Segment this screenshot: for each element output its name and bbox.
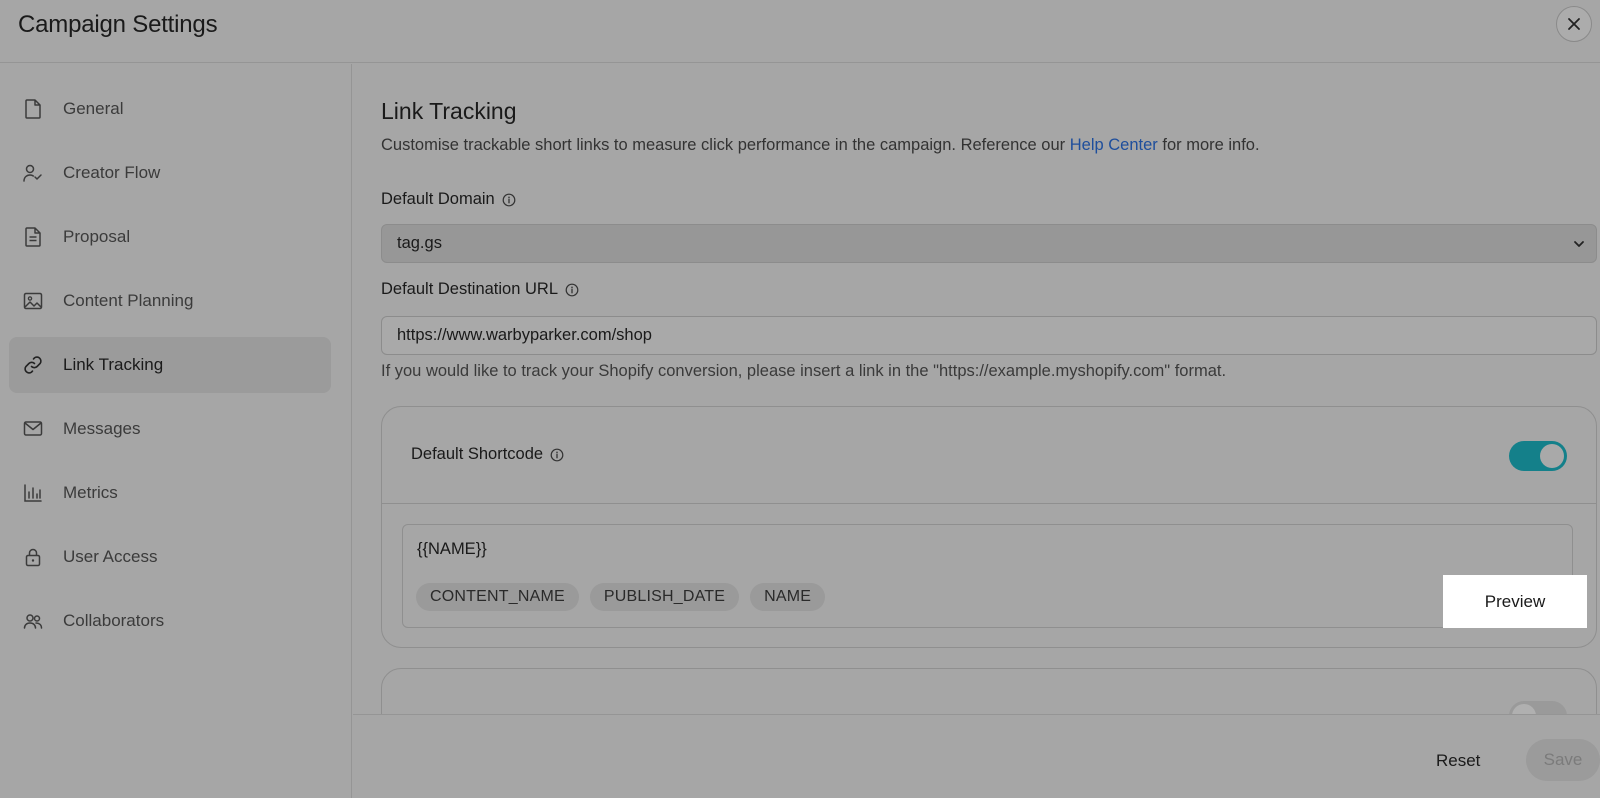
sidebar-item-label: Messages xyxy=(63,419,141,438)
mail-icon xyxy=(23,419,43,439)
sidebar-item-label: Metrics xyxy=(63,483,118,502)
close-button[interactable] xyxy=(1556,6,1592,42)
section-title: Link Tracking xyxy=(381,98,517,124)
sidebar-item-collaborators[interactable]: Collaborators xyxy=(9,593,331,649)
modal-header: Campaign Settings xyxy=(0,0,1600,63)
utm-card xyxy=(381,668,1597,714)
sidebar-item-label: Creator Flow xyxy=(63,163,161,182)
default-domain-select[interactable]: tag.gs xyxy=(381,224,1597,263)
utm-toggle[interactable] xyxy=(1509,701,1567,714)
bar-chart-icon xyxy=(23,483,43,503)
reset-button[interactable]: Reset xyxy=(1436,751,1480,771)
close-icon xyxy=(1568,18,1580,30)
sidebar-item-proposal[interactable]: Proposal xyxy=(9,209,331,265)
user-check-icon xyxy=(23,163,43,183)
sidebar-item-label: User Access xyxy=(63,547,158,566)
chip-content-name[interactable]: CONTENT_NAME xyxy=(416,583,579,611)
toggle-knob xyxy=(1512,704,1536,714)
default-destination-url-input[interactable]: https://www.warbyparker.com/shop xyxy=(381,316,1597,355)
shortcode-editor[interactable]: {{NAME}} CONTENT_NAME PUBLISH_DATE NAME xyxy=(402,524,1573,628)
sidebar-item-label: Link Tracking xyxy=(63,355,164,374)
sidebar-item-metrics[interactable]: Metrics xyxy=(9,465,331,521)
shortcode-value: {{NAME}} xyxy=(417,540,487,558)
modal-footer: Reset Save xyxy=(353,714,1600,798)
sidebar-item-label: General xyxy=(63,99,124,118)
image-icon xyxy=(23,291,43,311)
default-shortcode-card: Default Shortcode {{NAME}} CONTENT_NAME … xyxy=(381,406,1597,648)
save-button[interactable]: Save xyxy=(1526,739,1600,781)
file-text-icon xyxy=(23,227,43,247)
users-icon xyxy=(23,611,43,631)
sidebar: General Creator Flow Proposal Content Pl… xyxy=(0,64,352,798)
info-icon[interactable] xyxy=(550,448,564,462)
chip-publish-date[interactable]: PUBLISH_DATE xyxy=(589,583,740,611)
shortcode-card-header: Default Shortcode xyxy=(382,407,1596,504)
default-destination-url-label: Default Destination URL xyxy=(381,280,579,299)
sidebar-item-user-access[interactable]: User Access xyxy=(9,529,331,585)
document-icon xyxy=(23,99,43,119)
campaign-settings-modal: Campaign Settings General Creator Flow P… xyxy=(0,0,1600,798)
default-shortcode-label: Default Shortcode xyxy=(411,445,564,464)
sidebar-item-content-planning[interactable]: Content Planning xyxy=(9,273,331,329)
sidebar-item-link-tracking[interactable]: Link Tracking xyxy=(9,337,331,393)
info-icon[interactable] xyxy=(502,193,516,207)
shortcode-variable-chips: CONTENT_NAME PUBLISH_DATE NAME xyxy=(416,583,826,611)
default-shortcode-toggle[interactable] xyxy=(1509,441,1567,471)
link-icon xyxy=(23,355,43,375)
sidebar-item-label: Collaborators xyxy=(63,611,165,630)
main-content: Link Tracking Customise trackable short … xyxy=(353,64,1600,714)
sidebar-item-general[interactable]: General xyxy=(9,81,331,137)
sidebar-item-label: Content Planning xyxy=(63,291,194,310)
help-center-link[interactable]: Help Center xyxy=(1070,136,1158,154)
section-description: Customise trackable short links to measu… xyxy=(381,136,1260,154)
sidebar-item-creator-flow[interactable]: Creator Flow xyxy=(9,145,331,201)
lock-icon xyxy=(23,547,43,567)
info-icon[interactable] xyxy=(565,283,579,297)
chevron-down-icon xyxy=(1574,241,1584,247)
sidebar-item-messages[interactable]: Messages xyxy=(9,401,331,457)
page-title: Campaign Settings xyxy=(18,11,218,38)
sidebar-item-label: Proposal xyxy=(63,227,131,246)
chip-name[interactable]: NAME xyxy=(750,583,826,611)
default-domain-label: Default Domain xyxy=(381,190,516,209)
toggle-knob xyxy=(1540,444,1564,468)
destination-helper-text: If you would like to track your Shopify … xyxy=(381,362,1227,380)
preview-button[interactable]: Preview xyxy=(1443,575,1587,628)
